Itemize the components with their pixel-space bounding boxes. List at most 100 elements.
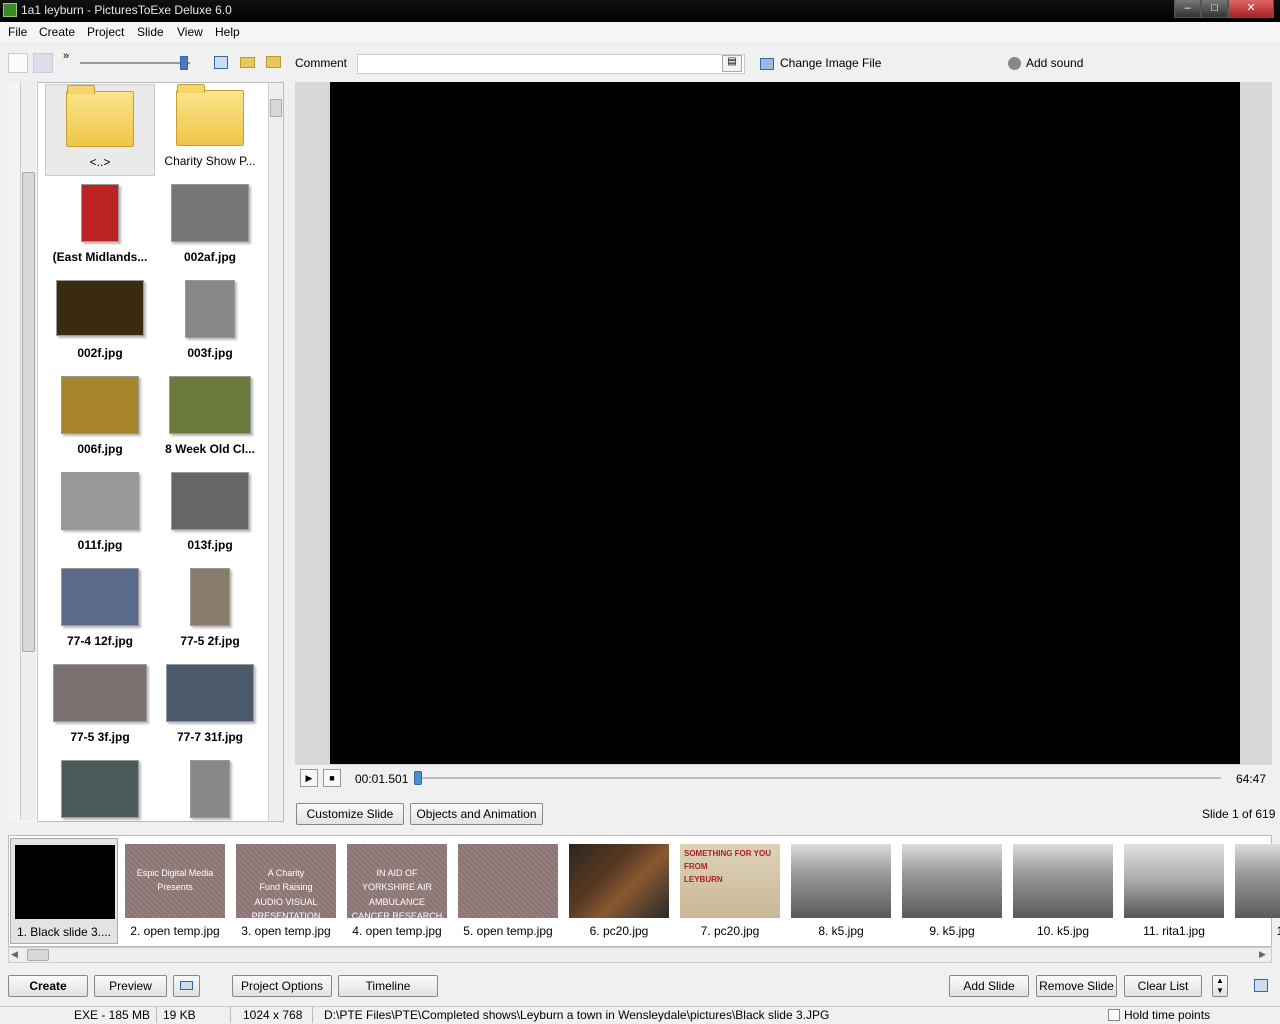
- scroll-left-icon[interactable]: ◀: [11, 949, 18, 960]
- view-list-icon[interactable]: [8, 53, 28, 73]
- browser-item-label: 013f.jpg: [187, 538, 233, 552]
- comment-edit-icon[interactable]: ▤: [722, 55, 742, 72]
- browser-item[interactable]: [155, 756, 265, 846]
- browser-item-label: 8 Week Old Cl...: [165, 442, 255, 456]
- browser-item[interactable]: 011f.jpg: [45, 468, 155, 558]
- image-thumbnail: [185, 280, 235, 338]
- maximize-button[interactable]: □: [1201, 0, 1228, 18]
- slide-list-scrollbar[interactable]: ◀ ▶: [8, 947, 1272, 963]
- menu-help[interactable]: Help: [215, 25, 240, 39]
- fullscreen-preview-button[interactable]: [173, 975, 200, 997]
- browser-item-label: 77-7 31f.jpg: [176, 730, 244, 744]
- window-icon-2[interactable]: [1254, 979, 1268, 992]
- browser-item-label: 002f.jpg: [77, 346, 123, 360]
- clear-list-button[interactable]: Clear List: [1124, 975, 1202, 997]
- browser-item-label: 77-5 2f.jpg: [180, 634, 240, 648]
- slide-label: 4. open temp.jpg: [352, 924, 442, 938]
- create-button[interactable]: Create: [8, 975, 88, 997]
- menu-project[interactable]: Project: [87, 25, 124, 39]
- slide-thumbnail-text: A Charity: [267, 868, 305, 878]
- folder-up-icon[interactable]: [266, 56, 281, 68]
- slide-thumbnail: SOMETHING FOR YOU FROM LEYBURN: [680, 844, 780, 918]
- browser-item[interactable]: 006f.jpg: [45, 372, 155, 462]
- screen-icon: [180, 981, 193, 990]
- slide-item[interactable]: 10. k5.jpg: [1009, 838, 1117, 944]
- slide-item[interactable]: 9. k5.jpg: [898, 838, 1006, 944]
- tree-scroll-thumb[interactable]: [22, 172, 35, 652]
- status-path: D:\PTE Files\PTE\Completed shows\Leyburn…: [324, 1008, 830, 1022]
- image-thumbnail: [190, 568, 230, 626]
- browser-item[interactable]: 77-7 31f.jpg: [155, 660, 265, 750]
- timeline-track[interactable]: [418, 777, 1221, 779]
- slide-item[interactable]: 11. rita1.jpg: [1120, 838, 1228, 944]
- more-chevron-icon[interactable]: »: [63, 50, 69, 62]
- timeline-button[interactable]: Timeline: [338, 975, 438, 997]
- browser-scrollbar[interactable]: [268, 83, 283, 821]
- image-thumbnail: [61, 376, 139, 434]
- stop-icon[interactable]: ■: [323, 769, 341, 787]
- browser-item[interactable]: 77-5 3f.jpg: [45, 660, 155, 750]
- comment-input[interactable]: [357, 54, 745, 74]
- menu-slide[interactable]: Slide: [137, 25, 164, 39]
- browser-item[interactable]: <..>: [45, 84, 155, 176]
- change-image-file-button[interactable]: Change Image File: [760, 56, 881, 70]
- browser-item[interactable]: 003f.jpg: [155, 276, 265, 366]
- add-sound-button[interactable]: Add sound: [1008, 56, 1084, 71]
- thumb-size-slider-track: [80, 62, 190, 64]
- menu-view[interactable]: View: [177, 25, 203, 39]
- comment-label: Comment: [295, 56, 348, 70]
- window-icon[interactable]: [214, 56, 228, 69]
- remove-slide-button[interactable]: Remove Slide: [1036, 975, 1117, 997]
- minimize-button[interactable]: –: [1174, 0, 1201, 18]
- objects-animation-button[interactable]: Objects and Animation: [410, 803, 543, 825]
- browser-item[interactable]: 002af.jpg: [155, 180, 265, 270]
- add-slide-button[interactable]: Add Slide: [949, 975, 1029, 997]
- slide-counter: Slide 1 of 619: [1202, 807, 1276, 821]
- scroll-right-icon[interactable]: ▶: [1259, 949, 1266, 960]
- browser-item[interactable]: 002f.jpg: [45, 276, 155, 366]
- slide-item[interactable]: IN AID OF YORKSHIRE AIR AMBULANCE CANCER R…: [343, 838, 451, 944]
- slide-item[interactable]: SOMETHING FOR YOU FROM LEYBURN 7. pc20.jpg: [676, 838, 784, 944]
- image-thumbnail: [61, 472, 139, 530]
- slide-item[interactable]: 6. pc20.jpg: [565, 838, 673, 944]
- project-options-button[interactable]: Project Options: [232, 975, 332, 997]
- slide-item[interactable]: 5. open temp.jpg: [454, 838, 562, 944]
- thumb-size-slider[interactable]: [180, 56, 188, 70]
- play-icon[interactable]: ▶: [300, 769, 318, 787]
- add-sound-label: Add sound: [1026, 56, 1084, 70]
- image-thumbnail: [169, 376, 251, 434]
- browser-item[interactable]: 8 Week Old Cl...: [155, 372, 265, 462]
- slide-item[interactable]: 1. Black slide 3....: [10, 838, 118, 944]
- image-icon: [760, 57, 774, 70]
- browser-item[interactable]: [45, 756, 155, 846]
- tree-scrollbar[interactable]: [20, 82, 36, 820]
- slide-label: 6. pc20.jpg: [589, 924, 649, 938]
- slide-item[interactable]: 12.: [1231, 838, 1280, 944]
- move-slide-updown-icon[interactable]: ▲ ▼: [1212, 975, 1228, 997]
- slide-item[interactable]: 8. k5.jpg: [787, 838, 895, 944]
- slide-list-scroll-thumb[interactable]: [27, 949, 49, 961]
- customize-slide-button[interactable]: Customize Slide: [296, 803, 404, 825]
- slide-thumbnail-text: Espic Digital Media: [136, 868, 214, 878]
- hold-time-points-checkbox[interactable]: [1108, 1009, 1120, 1021]
- menu-create[interactable]: Create: [39, 25, 75, 39]
- menu-file[interactable]: File: [8, 25, 27, 39]
- slide-preview[interactable]: [330, 82, 1240, 764]
- browser-scroll-thumb[interactable]: [270, 99, 282, 117]
- close-button[interactable]: ✕: [1228, 0, 1274, 18]
- browser-item[interactable]: (East Midlands...: [45, 180, 155, 270]
- folder-up-icon: [66, 85, 134, 147]
- browser-item[interactable]: 013f.jpg: [155, 468, 265, 558]
- preview-button[interactable]: Preview: [94, 975, 167, 997]
- image-thumbnail: [166, 664, 254, 722]
- open-folder-icon[interactable]: [240, 57, 255, 68]
- timeline-knob[interactable]: [414, 771, 422, 785]
- browser-item[interactable]: 77-4 12f.jpg: [45, 564, 155, 654]
- browser-item[interactable]: 77-5 2f.jpg: [155, 564, 265, 654]
- slide-item[interactable]: A Charity Fund Raising AUDIO VISUAL PRESEN…: [232, 838, 340, 944]
- slide-thumbnail: [791, 844, 891, 918]
- status-exe-size: EXE - 185 MB: [74, 1008, 151, 1022]
- slide-item[interactable]: Espic Digital Media Presents 2. open temp.…: [121, 838, 229, 944]
- view-thumbnails-icon[interactable]: [33, 53, 53, 73]
- browser-item[interactable]: Charity Show P...: [155, 84, 265, 174]
